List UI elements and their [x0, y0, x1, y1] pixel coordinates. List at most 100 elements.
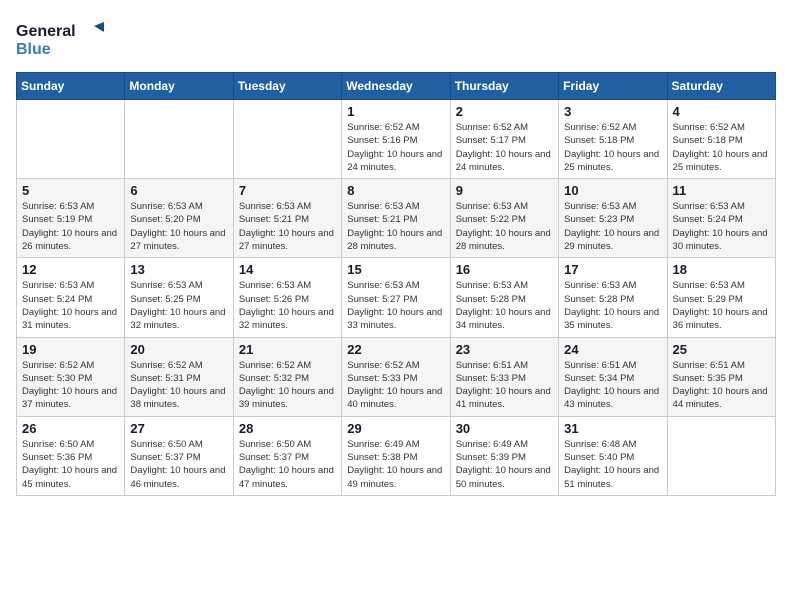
day-number: 17 — [564, 262, 661, 277]
calendar-day-cell: 8 Sunrise: 6:53 AM Sunset: 5:21 PM Daylig… — [342, 179, 450, 258]
day-info: Sunrise: 6:49 AM Sunset: 5:38 PM Dayligh… — [347, 438, 444, 491]
weekday-header-row: SundayMondayTuesdayWednesdayThursdayFrid… — [17, 73, 776, 100]
calendar-day-cell: 17 Sunrise: 6:53 AM Sunset: 5:28 PM Dayli… — [559, 258, 667, 337]
day-number: 21 — [239, 342, 336, 357]
day-number: 8 — [347, 183, 444, 198]
calendar-day-cell: 16 Sunrise: 6:53 AM Sunset: 5:28 PM Dayli… — [450, 258, 558, 337]
calendar-week-row: 5 Sunrise: 6:53 AM Sunset: 5:19 PM Daylig… — [17, 179, 776, 258]
day-info: Sunrise: 6:52 AM Sunset: 5:32 PM Dayligh… — [239, 359, 336, 412]
day-number: 5 — [22, 183, 119, 198]
weekday-header: Wednesday — [342, 73, 450, 100]
day-info: Sunrise: 6:48 AM Sunset: 5:40 PM Dayligh… — [564, 438, 661, 491]
day-info: Sunrise: 6:53 AM Sunset: 5:28 PM Dayligh… — [456, 279, 553, 332]
calendar-table: SundayMondayTuesdayWednesdayThursdayFrid… — [16, 72, 776, 496]
day-info: Sunrise: 6:53 AM Sunset: 5:22 PM Dayligh… — [456, 200, 553, 253]
calendar-day-cell: 19Sunrise: 6:52 AM Sunset: 5:30 PM Dayli… — [17, 337, 125, 416]
calendar-day-cell — [233, 100, 341, 179]
calendar-day-cell: 2 Sunrise: 6:52 AM Sunset: 5:17 PM Daylig… — [450, 100, 558, 179]
day-info: Sunrise: 6:52 AM Sunset: 5:18 PM Dayligh… — [564, 121, 661, 174]
day-info: Sunrise: 6:52 AM Sunset: 5:33 PM Dayligh… — [347, 359, 444, 412]
calendar-day-cell: 10 Sunrise: 6:53 AM Sunset: 5:23 PM Dayli… — [559, 179, 667, 258]
calendar-week-row: 26 Sunrise: 6:50 AM Sunset: 5:36 PM Dayli… — [17, 416, 776, 495]
day-info: Sunrise: 6:50 AM Sunset: 5:37 PM Dayligh… — [239, 438, 336, 491]
calendar-day-cell: 6 Sunrise: 6:53 AM Sunset: 5:20 PM Daylig… — [125, 179, 233, 258]
day-number: 13 — [130, 262, 227, 277]
day-number: 26 — [22, 421, 119, 436]
day-number: 30 — [456, 421, 553, 436]
day-info: Sunrise: 6:52 AM Sunset: 5:30 PM Dayligh… — [22, 359, 119, 412]
day-number: 28 — [239, 421, 336, 436]
day-number: 25 — [673, 342, 770, 357]
calendar-day-cell: 13Sunrise: 6:53 AM Sunset: 5:25 PM Dayli… — [125, 258, 233, 337]
day-info: Sunrise: 6:53 AM Sunset: 5:28 PM Dayligh… — [564, 279, 661, 332]
day-number: 6 — [130, 183, 227, 198]
day-info: Sunrise: 6:52 AM Sunset: 5:17 PM Dayligh… — [456, 121, 553, 174]
day-info: Sunrise: 6:53 AM Sunset: 5:21 PM Dayligh… — [239, 200, 336, 253]
day-number: 24 — [564, 342, 661, 357]
day-number: 14 — [239, 262, 336, 277]
calendar-day-cell: 14Sunrise: 6:53 AM Sunset: 5:26 PM Dayli… — [233, 258, 341, 337]
day-number: 29 — [347, 421, 444, 436]
calendar-day-cell: 3 Sunrise: 6:52 AM Sunset: 5:18 PM Daylig… — [559, 100, 667, 179]
calendar-day-cell: 30Sunrise: 6:49 AM Sunset: 5:39 PM Dayli… — [450, 416, 558, 495]
day-number: 31 — [564, 421, 661, 436]
calendar-day-cell: 22 Sunrise: 6:52 AM Sunset: 5:33 PM Dayli… — [342, 337, 450, 416]
calendar-day-cell: 11Sunrise: 6:53 AM Sunset: 5:24 PM Dayli… — [667, 179, 775, 258]
weekday-header: Sunday — [17, 73, 125, 100]
day-info: Sunrise: 6:50 AM Sunset: 5:37 PM Dayligh… — [130, 438, 227, 491]
day-info: Sunrise: 6:52 AM Sunset: 5:16 PM Dayligh… — [347, 121, 444, 174]
weekday-header: Tuesday — [233, 73, 341, 100]
day-number: 7 — [239, 183, 336, 198]
calendar-day-cell: 25 Sunrise: 6:51 AM Sunset: 5:35 PM Dayli… — [667, 337, 775, 416]
calendar-day-cell: 1 Sunrise: 6:52 AM Sunset: 5:16 PM Daylig… — [342, 100, 450, 179]
calendar-day-cell: 18Sunrise: 6:53 AM Sunset: 5:29 PM Dayli… — [667, 258, 775, 337]
day-number: 3 — [564, 104, 661, 119]
day-info: Sunrise: 6:51 AM Sunset: 5:33 PM Dayligh… — [456, 359, 553, 412]
logo: GeneralBlue — [16, 16, 106, 60]
day-number: 23 — [456, 342, 553, 357]
calendar-day-cell: 23 Sunrise: 6:51 AM Sunset: 5:33 PM Dayli… — [450, 337, 558, 416]
calendar-day-cell: 5 Sunrise: 6:53 AM Sunset: 5:19 PM Daylig… — [17, 179, 125, 258]
day-number: 22 — [347, 342, 444, 357]
calendar-day-cell: 29 Sunrise: 6:49 AM Sunset: 5:38 PM Dayli… — [342, 416, 450, 495]
day-number: 1 — [347, 104, 444, 119]
svg-text:Blue: Blue — [16, 41, 51, 58]
weekday-header: Friday — [559, 73, 667, 100]
day-info: Sunrise: 6:50 AM Sunset: 5:36 PM Dayligh… — [22, 438, 119, 491]
day-info: Sunrise: 6:53 AM Sunset: 5:20 PM Dayligh… — [130, 200, 227, 253]
calendar-day-cell: 28 Sunrise: 6:50 AM Sunset: 5:37 PM Dayli… — [233, 416, 341, 495]
calendar-week-row: 19Sunrise: 6:52 AM Sunset: 5:30 PM Dayli… — [17, 337, 776, 416]
calendar-day-cell: 4 Sunrise: 6:52 AM Sunset: 5:18 PM Daylig… — [667, 100, 775, 179]
day-info: Sunrise: 6:51 AM Sunset: 5:34 PM Dayligh… — [564, 359, 661, 412]
day-number: 20 — [130, 342, 227, 357]
logo-svg: GeneralBlue — [16, 16, 106, 60]
day-number: 2 — [456, 104, 553, 119]
day-number: 11 — [673, 183, 770, 198]
calendar-day-cell: 12Sunrise: 6:53 AM Sunset: 5:24 PM Dayli… — [17, 258, 125, 337]
day-info: Sunrise: 6:53 AM Sunset: 5:24 PM Dayligh… — [22, 279, 119, 332]
calendar-day-cell: 27 Sunrise: 6:50 AM Sunset: 5:37 PM Dayli… — [125, 416, 233, 495]
calendar-week-row: 12Sunrise: 6:53 AM Sunset: 5:24 PM Dayli… — [17, 258, 776, 337]
day-info: Sunrise: 6:52 AM Sunset: 5:18 PM Dayligh… — [673, 121, 770, 174]
day-info: Sunrise: 6:53 AM Sunset: 5:27 PM Dayligh… — [347, 279, 444, 332]
calendar-day-cell — [667, 416, 775, 495]
calendar-day-cell: 26 Sunrise: 6:50 AM Sunset: 5:36 PM Dayli… — [17, 416, 125, 495]
day-number: 4 — [673, 104, 770, 119]
day-info: Sunrise: 6:53 AM Sunset: 5:21 PM Dayligh… — [347, 200, 444, 253]
day-number: 16 — [456, 262, 553, 277]
day-info: Sunrise: 6:53 AM Sunset: 5:29 PM Dayligh… — [673, 279, 770, 332]
day-number: 27 — [130, 421, 227, 436]
calendar-day-cell: 9Sunrise: 6:53 AM Sunset: 5:22 PM Daylig… — [450, 179, 558, 258]
weekday-header: Saturday — [667, 73, 775, 100]
day-number: 10 — [564, 183, 661, 198]
calendar-week-row: 1 Sunrise: 6:52 AM Sunset: 5:16 PM Daylig… — [17, 100, 776, 179]
day-info: Sunrise: 6:53 AM Sunset: 5:23 PM Dayligh… — [564, 200, 661, 253]
day-info: Sunrise: 6:51 AM Sunset: 5:35 PM Dayligh… — [673, 359, 770, 412]
calendar-day-cell: 24 Sunrise: 6:51 AM Sunset: 5:34 PM Dayli… — [559, 337, 667, 416]
day-info: Sunrise: 6:53 AM Sunset: 5:19 PM Dayligh… — [22, 200, 119, 253]
calendar-day-cell — [17, 100, 125, 179]
calendar-day-cell — [125, 100, 233, 179]
calendar-day-cell: 21 Sunrise: 6:52 AM Sunset: 5:32 PM Dayli… — [233, 337, 341, 416]
weekday-header: Monday — [125, 73, 233, 100]
calendar-day-cell: 20Sunrise: 6:52 AM Sunset: 5:31 PM Dayli… — [125, 337, 233, 416]
